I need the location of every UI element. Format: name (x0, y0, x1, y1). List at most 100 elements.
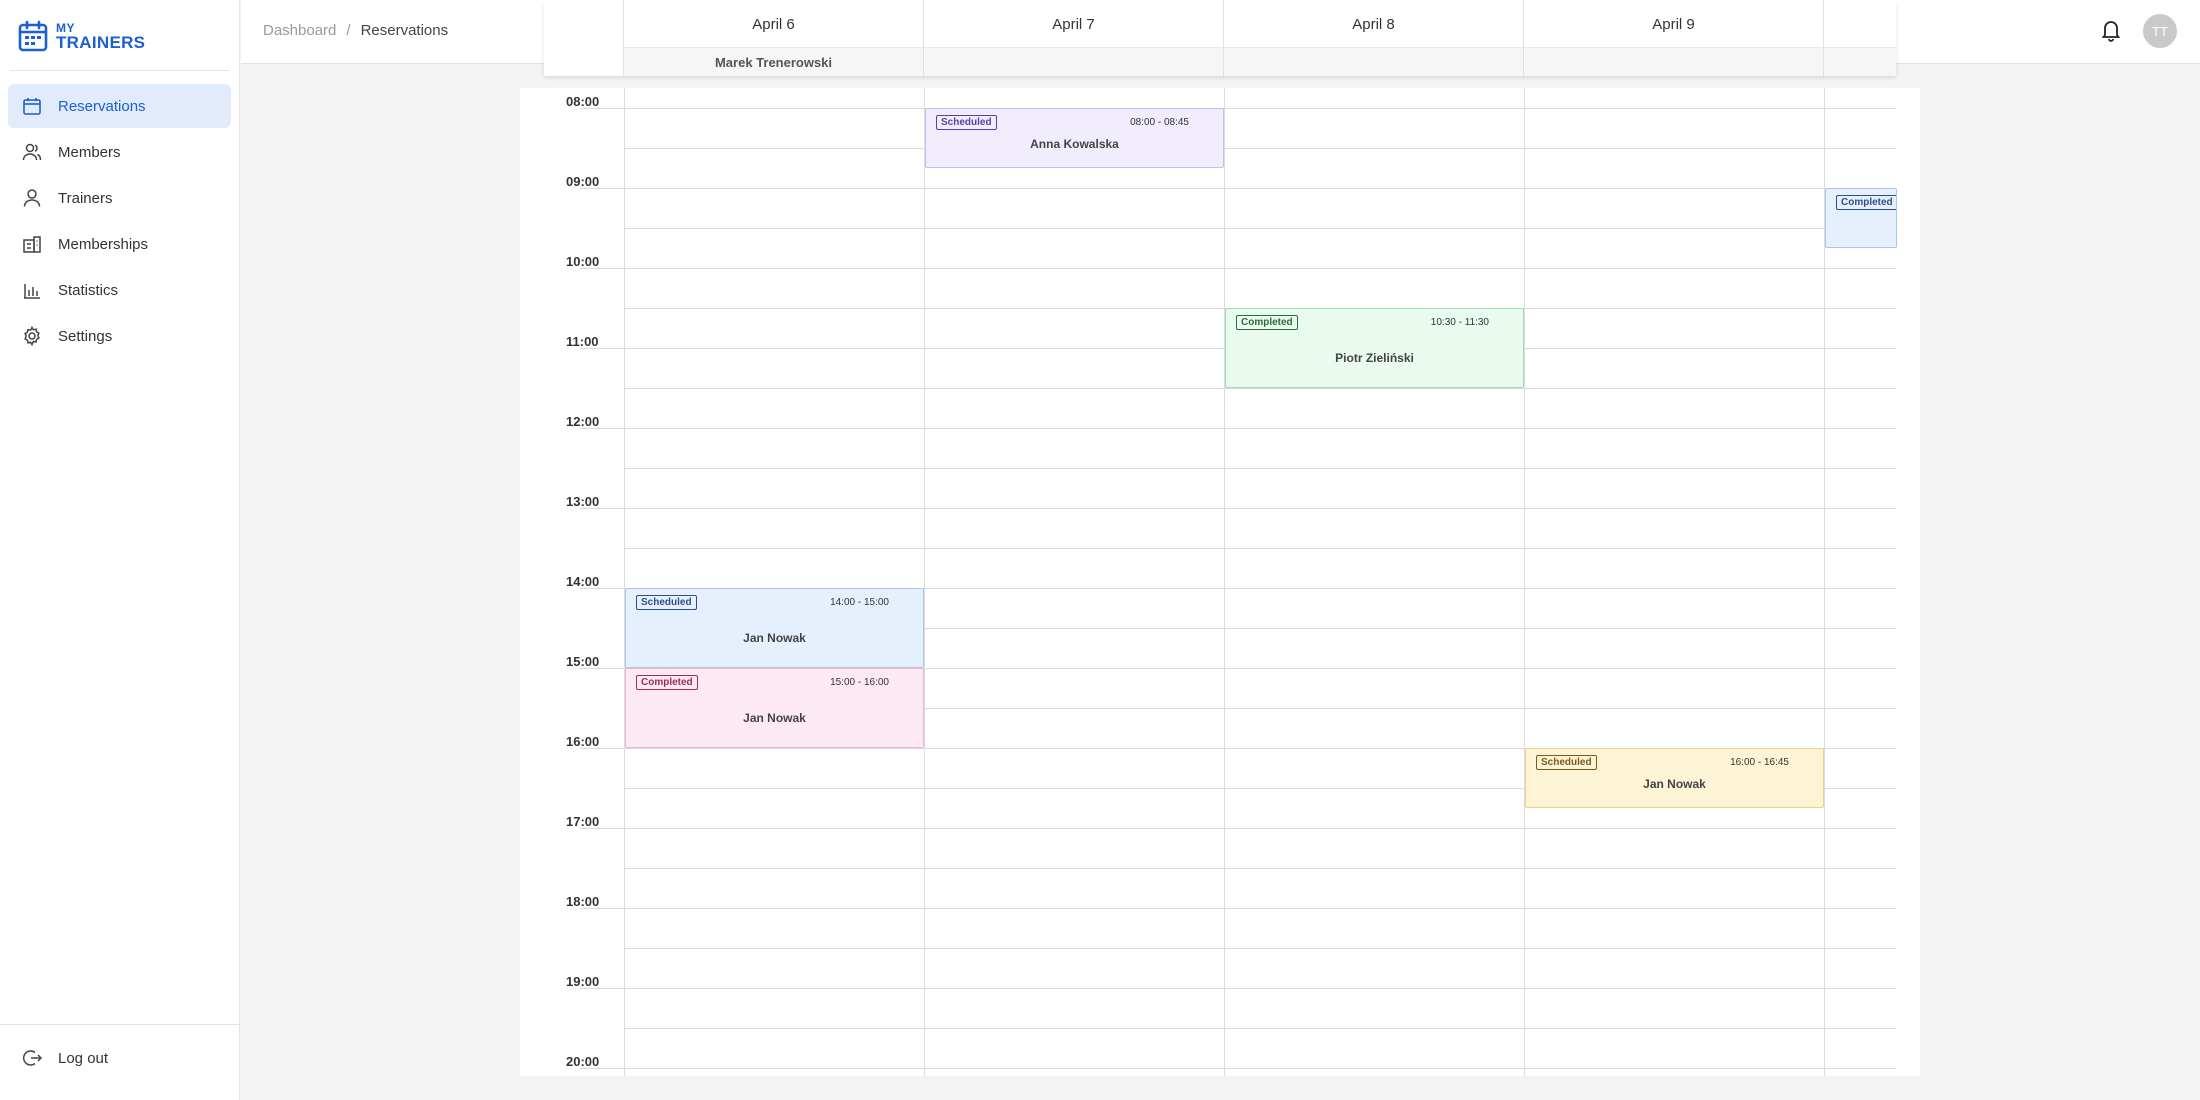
time-tick (580, 1068, 624, 1069)
column-line (1224, 88, 1225, 1076)
calendar-icon (23, 98, 41, 115)
event-member: Jan Nowak (1643, 777, 1706, 791)
day-label: April 7 (1052, 16, 1095, 33)
time-tick (580, 508, 624, 509)
day-header: April 9 (1524, 0, 1824, 76)
event-member: Jan Nowak (743, 711, 806, 725)
event-time: 15:00 - 16:00 (830, 677, 889, 688)
grid-line (624, 508, 1896, 509)
time-label: 16:00 (566, 734, 600, 749)
logo-trainers: TRAINERS (56, 32, 146, 52)
sidebar-item-trainers[interactable]: Trainers (8, 176, 231, 220)
time-tick (580, 908, 624, 909)
grid-line (624, 428, 1896, 429)
reservation-event[interactable]: Completed 15:00 - 16:00 Jan Nowak (625, 668, 924, 748)
calendar-logo-icon (18, 20, 48, 52)
status-badge: Completed (1836, 195, 1896, 210)
status-badge: Scheduled (1536, 755, 1597, 770)
logo-my: MY (56, 20, 75, 35)
grid-line (624, 988, 1896, 989)
logo[interactable]: MY TRAINERS (18, 18, 145, 54)
sidebar: MY TRAINERS Reservations Members Trainer… (0, 0, 240, 1100)
reservation-event[interactable]: Completed 10:30 - 11:30 Piotr Zieliński (1225, 308, 1524, 388)
sidebar-item-reservations[interactable]: Reservations (8, 84, 231, 128)
sidebar-nav: Reservations Members Trainers Membership… (8, 84, 231, 360)
time-label: 15:00 (566, 654, 600, 669)
sidebar-divider (0, 1024, 239, 1025)
time-tick (580, 668, 624, 669)
time-label: 09:00 (566, 174, 600, 189)
day-header: April 7 (924, 0, 1224, 76)
event-member: Piotr Zieliński (1335, 351, 1414, 365)
gear-icon (24, 326, 40, 346)
day-label: April 8 (1352, 16, 1395, 33)
sidebar-item-statistics[interactable]: Statistics (8, 268, 231, 312)
grid-line (624, 908, 1896, 909)
time-label: 12:00 (566, 414, 600, 429)
logout-button[interactable]: Log out (8, 1036, 231, 1080)
event-time: 08:00 - 08:45 (1130, 117, 1189, 128)
time-tick (580, 748, 624, 749)
status-badge: Scheduled (636, 595, 697, 610)
sidebar-item-label: Trainers (58, 189, 113, 207)
grid-line (624, 948, 1896, 949)
status-badge: Completed (636, 675, 698, 690)
event-member: Jan Nowak (743, 631, 806, 645)
time-tick (580, 108, 624, 109)
logout-icon (22, 1050, 42, 1066)
grid-line (624, 388, 1896, 389)
sidebar-item-label: Members (58, 143, 121, 161)
time-label: 08:00 (566, 94, 600, 109)
sidebar-item-memberships[interactable]: Memberships (8, 222, 231, 266)
grid-line (624, 148, 1896, 149)
column-line (924, 88, 925, 1076)
time-label: 17:00 (566, 814, 600, 829)
column-line (624, 88, 625, 1076)
time-tick (580, 188, 624, 189)
sidebar-item-members[interactable]: Members (8, 130, 231, 174)
time-label: 10:00 (566, 254, 600, 269)
trainer-name: Marek Trenerowski (714, 55, 833, 70)
status-badge: Scheduled (936, 115, 997, 130)
memberships-icon (23, 236, 41, 253)
sidebar-item-label: Settings (58, 327, 113, 345)
sidebar-divider (10, 70, 229, 71)
grid-line (624, 1068, 1896, 1069)
time-tick (580, 828, 624, 829)
time-label: 19:00 (566, 974, 600, 989)
event-time: 10:30 - 11:30 (1430, 317, 1489, 328)
avatar[interactable]: TT (2143, 14, 2177, 48)
sidebar-item-label: Reservations (58, 97, 146, 115)
event-time: 16:00 - 16:45 (1730, 757, 1789, 768)
day-label: April 9 (1652, 16, 1695, 33)
calendar-grid-area: Scheduled 08:00 - 08:45 Anna Kowalska Compl… (624, 88, 1920, 1076)
sidebar-item-label: Memberships (58, 235, 149, 253)
breadcrumb-separator: / (346, 22, 351, 39)
reservation-event[interactable]: Scheduled 14:00 - 15:00 Jan Nowak (625, 588, 924, 668)
event-time: 14:00 - 15:00 (830, 597, 889, 608)
time-label: 18:00 (566, 894, 600, 909)
grid-line (624, 828, 1896, 829)
bell-icon[interactable] (2101, 18, 2121, 42)
day-header (1824, 0, 1896, 76)
sidebar-item-settings[interactable]: Settings (8, 314, 231, 358)
grid-line (624, 1028, 1896, 1029)
day-label: April 6 (752, 16, 795, 33)
user-icon (23, 189, 41, 207)
status-badge: Completed (1236, 315, 1298, 330)
reservation-event[interactable]: Scheduled 16:00 - 16:45 Jan Nowak (1525, 748, 1824, 808)
reservation-event[interactable]: Completed (1825, 188, 1897, 248)
grid-line (624, 468, 1896, 469)
time-label: 14:00 (566, 574, 600, 589)
time-tick (580, 588, 624, 589)
time-tick (580, 268, 624, 269)
breadcrumb-dashboard[interactable]: Dashboard (263, 22, 336, 39)
calendar-grid[interactable]: Scheduled 08:00 - 08:45 Anna Kowalska Compl… (520, 88, 1920, 1076)
reservation-event[interactable]: Scheduled 08:00 - 08:45 Anna Kowalska (925, 108, 1224, 168)
logout-label: Log out (58, 1049, 109, 1067)
grid-line (624, 188, 1896, 189)
time-tick (580, 988, 624, 989)
grid-line (624, 108, 1896, 109)
breadcrumb: Dashboard / Reservations (263, 22, 448, 39)
column-line (1524, 88, 1525, 1076)
